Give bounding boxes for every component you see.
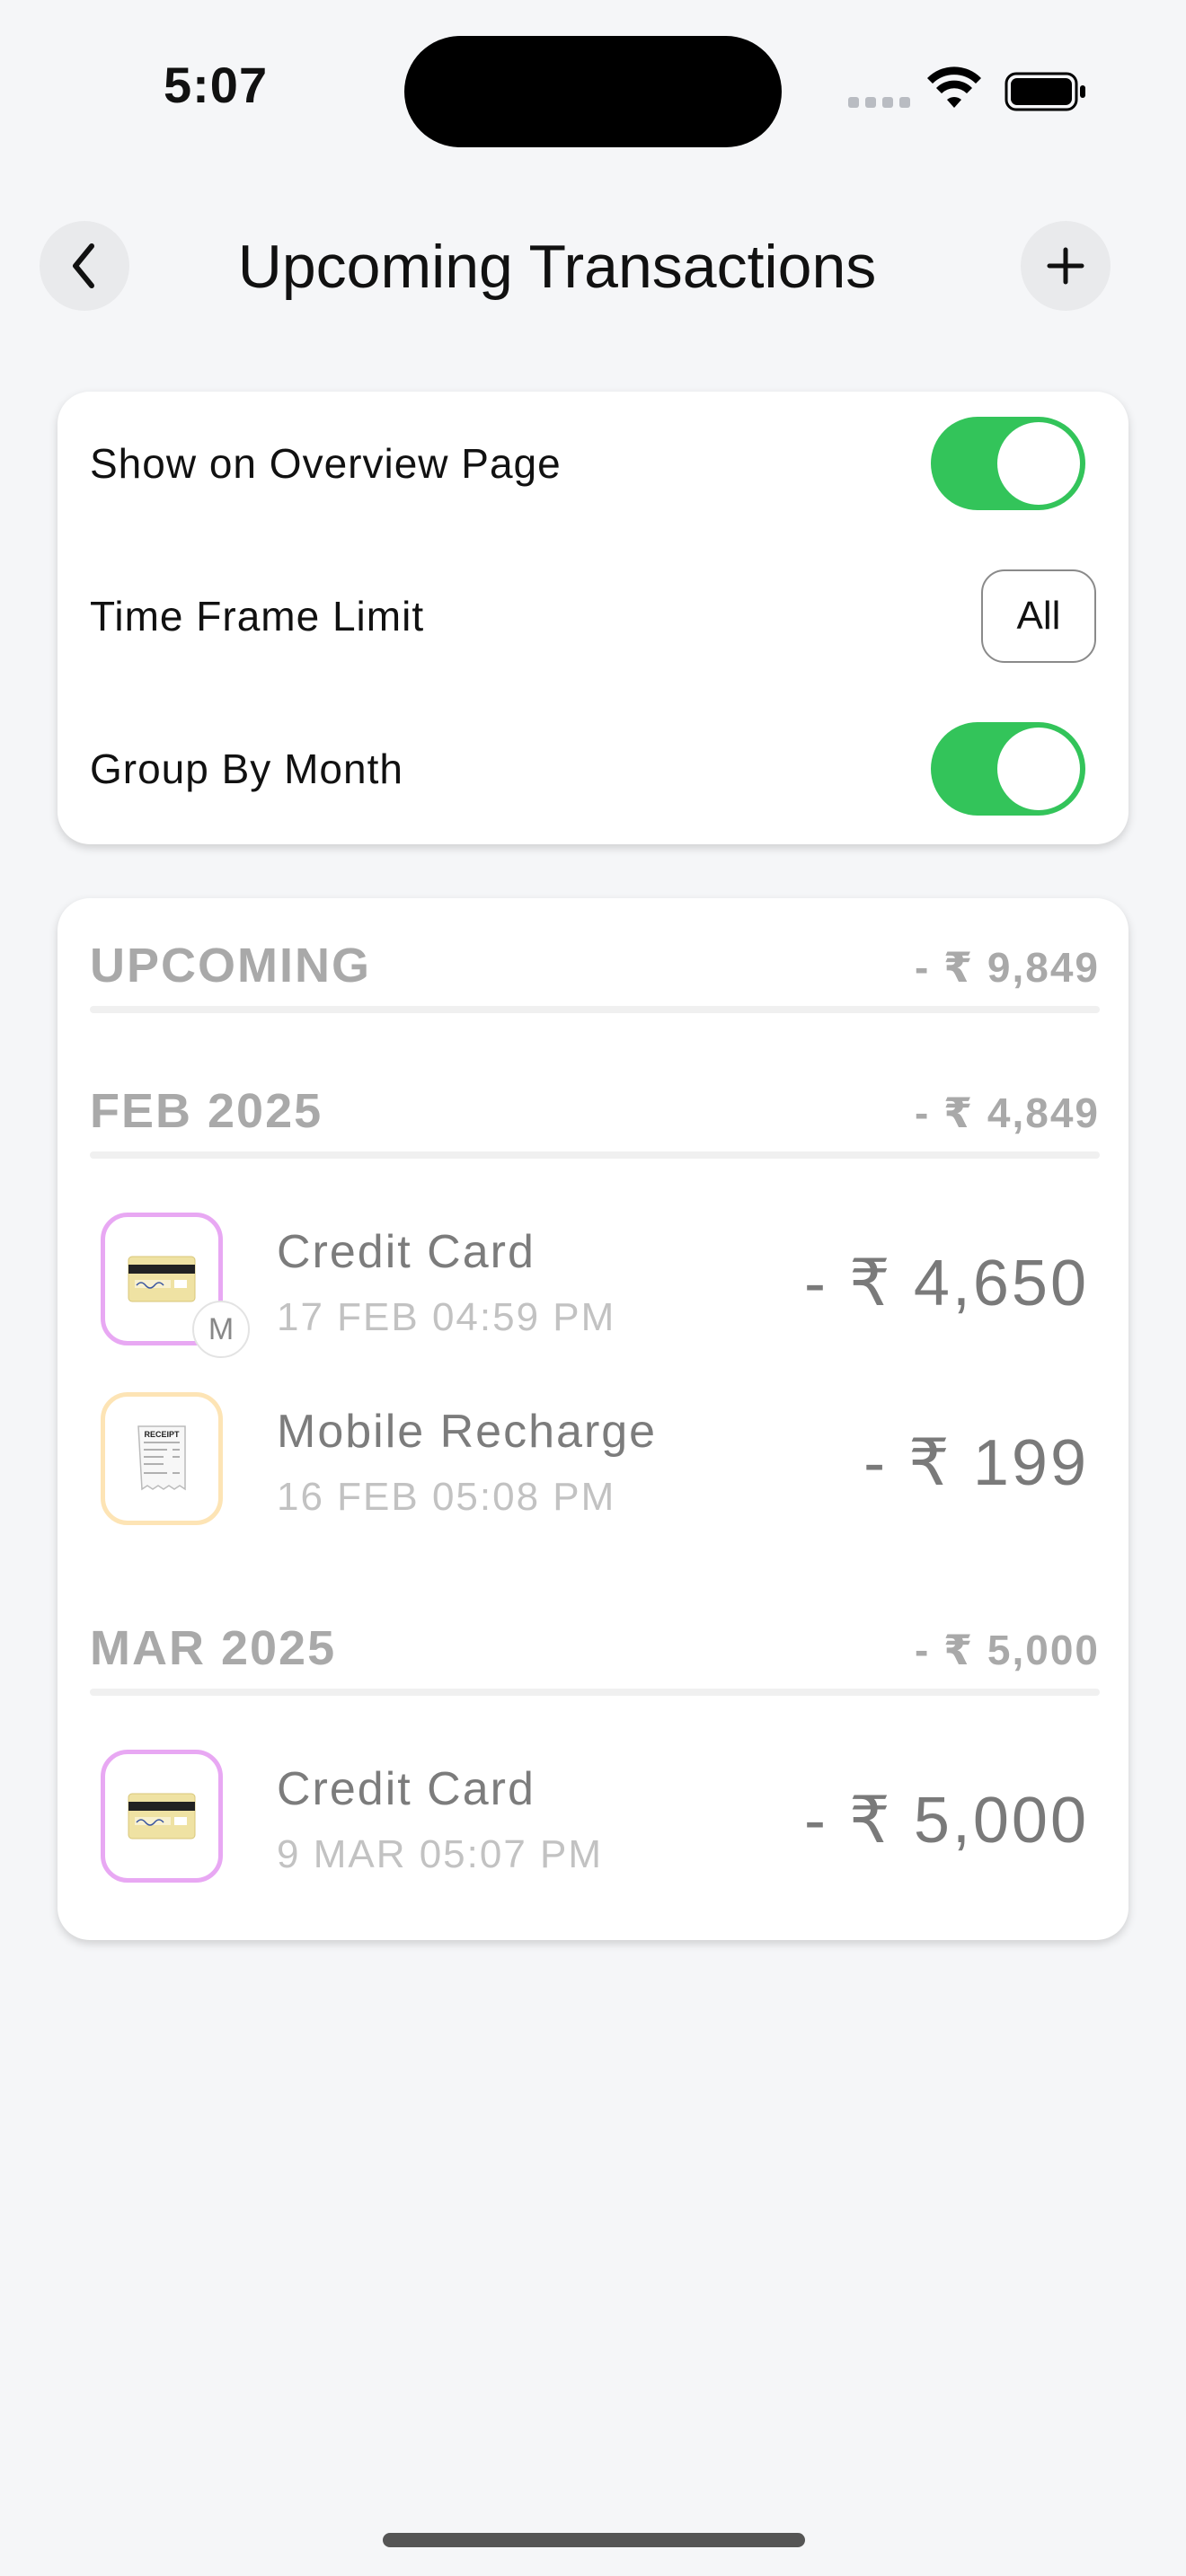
settings-card: Show on Overview Page Time Frame Limit A… [58, 392, 1128, 844]
show-on-overview-row: Show on Overview Page [90, 417, 1096, 510]
transaction-date: 9 MAR 05:07 PM [277, 1832, 604, 1876]
transaction-row[interactable]: Credit Card 9 MAR 05:07 PM - ₹ 5,000 [101, 1750, 1089, 1893]
time-frame-limit-row: Time Frame Limit All [90, 569, 1096, 663]
transaction-amount: - ₹ 199 [863, 1427, 1089, 1499]
cellular-signal-icon [848, 97, 911, 110]
transaction-name: Credit Card [277, 1763, 535, 1815]
group-by-month-label: Group By Month [90, 745, 403, 792]
credit-card-icon [101, 1750, 223, 1883]
status-time: 5:07 [164, 57, 269, 113]
transaction-amount: - ₹ 5,000 [804, 1785, 1089, 1857]
transactions-card: UPCOMING - ₹ 9,849 FEB 2025 - ₹ 4,849 M … [58, 898, 1128, 1940]
group-by-month-toggle[interactable] [931, 722, 1085, 816]
transaction-date: 16 FEB 05:08 PM [277, 1475, 616, 1519]
upcoming-label: UPCOMING [90, 939, 371, 992]
page-title: Upcoming Transactions [237, 233, 877, 301]
monthly-badge: M [192, 1301, 250, 1358]
receipt-icon: RECEIPT [101, 1392, 223, 1525]
dynamic-island [404, 36, 782, 147]
divider [90, 1689, 1100, 1696]
show-on-overview-label: Show on Overview Page [90, 440, 562, 487]
plus-icon [1047, 247, 1084, 285]
show-on-overview-toggle[interactable] [931, 417, 1085, 510]
transaction-amount: - ₹ 4,650 [804, 1248, 1089, 1319]
time-frame-limit-label: Time Frame Limit [90, 593, 425, 640]
time-frame-limit-select[interactable]: All [981, 569, 1096, 663]
month-label: FEB 2025 [90, 1084, 323, 1138]
transaction-name: Credit Card [277, 1226, 535, 1278]
group-by-month-row: Group By Month [90, 722, 1096, 816]
divider [90, 1151, 1100, 1159]
receipt-text: RECEIPT [144, 1430, 180, 1439]
wifi-icon [927, 66, 981, 108]
transaction-date: 17 FEB 04:59 PM [277, 1295, 616, 1339]
month-total: - ₹ 5,000 [915, 1627, 1100, 1673]
month-label: MAR 2025 [90, 1621, 337, 1675]
status-bar: 5:07 [0, 0, 1186, 180]
battery-icon [1005, 72, 1085, 111]
home-indicator[interactable] [383, 2533, 805, 2547]
month-total: - ₹ 4,849 [915, 1090, 1100, 1136]
transaction-row[interactable]: M Credit Card 17 FEB 04:59 PM - ₹ 4,650 [101, 1213, 1089, 1358]
add-transaction-button[interactable] [1021, 221, 1111, 311]
transaction-row[interactable]: RECEIPT Mobile Recharge 16 FEB 05:08 PM … [101, 1392, 1089, 1536]
upcoming-total: - ₹ 9,849 [915, 944, 1100, 991]
transaction-name: Mobile Recharge [277, 1406, 658, 1458]
divider [90, 1006, 1100, 1013]
